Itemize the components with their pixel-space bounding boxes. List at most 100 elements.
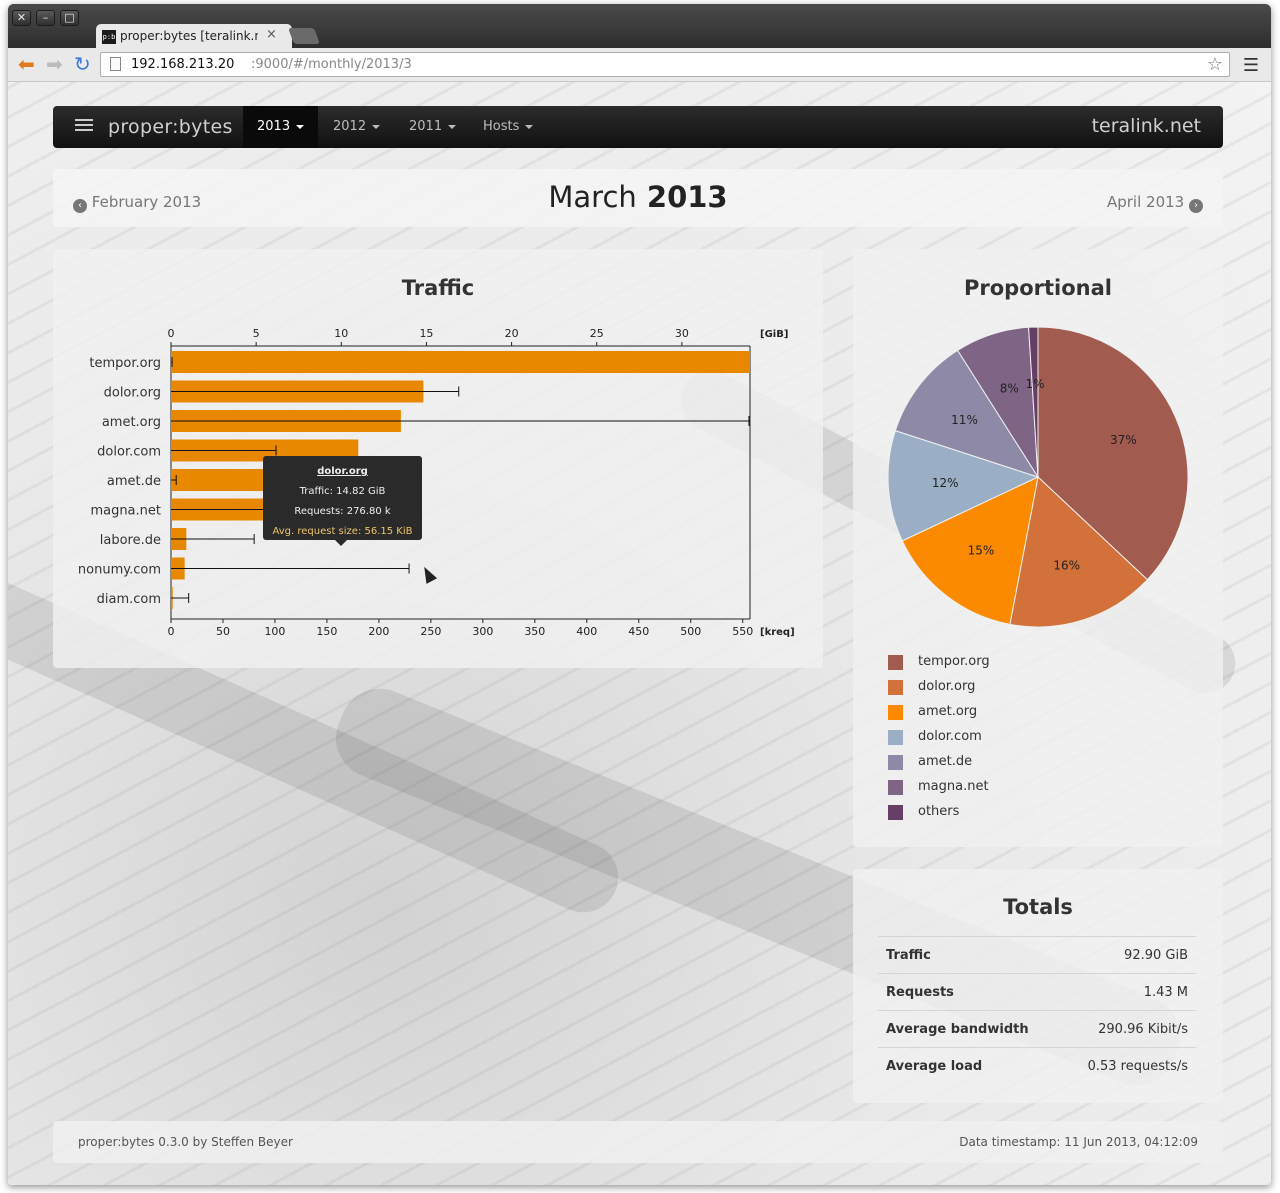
page-viewport: proper:bytes 2013 2012 2011 Hosts terali… (8, 82, 1271, 1185)
bottom-axis-tick-label: 450 (628, 625, 649, 638)
nav-item-label: Hosts (483, 119, 520, 134)
nav-item-label: 2011 (409, 119, 443, 134)
favicon-icon: p:b (102, 30, 116, 44)
pie-slice-label: 16% (1053, 558, 1080, 572)
bottom-axis-tick-label: 200 (368, 625, 389, 638)
category-label: labore.de (100, 533, 161, 548)
title-year: 2013 (646, 180, 728, 214)
tooltip-avg-size: Avg. request size: 56.15 KiB (272, 526, 413, 537)
totals-label: Average bandwidth (886, 1022, 1029, 1037)
totals-title: Totals (1003, 895, 1073, 919)
page-title: March 2013 (53, 180, 1223, 214)
legend-label: amet.de (918, 754, 973, 769)
pie-slice-label: 8% (1000, 382, 1019, 396)
totals-value: 0.53 requests/s (1087, 1059, 1188, 1074)
tooltip-host: dolor.org (317, 466, 368, 477)
traffic-panel: Traffic 0 5 10 15 20 25 30 [GiB] 0 50 100 150 200 250… (53, 249, 823, 668)
browser-menu-icon[interactable]: ☰ (1243, 55, 1259, 76)
title-bar: ✕ – □ p:b proper:bytes [teralink.net] × (8, 4, 1271, 50)
bottom-axis-tick-label: 350 (524, 625, 545, 638)
bottom-axis-tick-label: 250 (420, 625, 441, 638)
chevron-right-icon: › (1189, 199, 1203, 213)
top-axis-unit-label: [GiB] (760, 329, 788, 340)
bottom-axis-tick-label: 550 (732, 625, 753, 638)
totals-panel: Totals Traffic 92.90 GiB Requests 1.43 M… (853, 869, 1223, 1103)
totals-value: 1.43 M (1143, 985, 1188, 1000)
caret-down-icon (448, 124, 457, 129)
title-month: March (548, 180, 637, 214)
minimize-window-icon[interactable]: – (36, 10, 55, 26)
totals-label: Requests (886, 985, 954, 1000)
legend-label: magna.net (918, 779, 989, 794)
bottom-axis-tick-label: 400 (576, 625, 597, 638)
nav-item-2012[interactable]: 2012 (319, 106, 394, 148)
bottom-axis-tick-label: 0 (168, 625, 175, 638)
top-axis-tick-label: 30 (675, 327, 689, 340)
bookmark-star-icon[interactable]: ☆ (1207, 54, 1223, 75)
top-axis-tick-label: 25 (590, 327, 604, 340)
pie-slice-label: 11% (951, 413, 978, 427)
totals-row-requests: Requests 1.43 M (878, 973, 1196, 1010)
totals-row-bandwidth: Average bandwidth 290.96 Kibit/s (878, 1010, 1196, 1047)
nav-item-2013[interactable]: 2013 (243, 106, 319, 148)
legend-label: dolor.org (918, 679, 976, 694)
top-navbar: proper:bytes 2013 2012 2011 Hosts terali… (53, 106, 1223, 148)
address-bar[interactable]: 192.168.213.20 :9000/#/monthly/2013/3 ☆ (100, 52, 1230, 77)
reload-icon[interactable]: ↻ (74, 53, 91, 75)
caret-down-icon (372, 124, 381, 129)
nav-item-2011[interactable]: 2011 (395, 106, 470, 148)
totals-row-load: Average load 0.53 requests/s (878, 1047, 1196, 1084)
new-tab-button[interactable] (288, 28, 320, 44)
page-footer: proper:bytes 0.3.0 by Steffen Beyer Data… (53, 1121, 1223, 1163)
close-window-icon[interactable]: ✕ (12, 10, 31, 26)
bottom-axis-unit-label: [kreq] (760, 627, 795, 638)
url-host: 192.168.213.20 (131, 57, 235, 72)
caret-down-icon (525, 124, 534, 129)
maximize-window-icon[interactable]: □ (60, 10, 79, 26)
totals-label: Traffic (886, 948, 931, 963)
back-arrow-icon[interactable]: ⬅ (18, 53, 35, 75)
legend-swatch (888, 805, 903, 820)
totals-label: Average load (886, 1059, 983, 1074)
page-icon (110, 57, 121, 71)
totals-value: 290.96 Kibit/s (1098, 1022, 1188, 1037)
traffic-bar (171, 351, 750, 373)
tab-close-icon[interactable]: × (266, 27, 277, 42)
category-label: amet.de (107, 474, 161, 489)
footer-credits: proper:bytes 0.3.0 by Steffen Beyer (78, 1135, 293, 1149)
legend-label: amet.org (918, 704, 978, 719)
tab-title: proper:bytes [teralink.net] (120, 29, 258, 43)
legend-label: others (918, 804, 960, 819)
browser-tab[interactable]: p:b proper:bytes [teralink.net] × (96, 24, 292, 50)
nav-item-label: 2013 (257, 119, 291, 134)
category-label: nonumy.com (78, 563, 161, 578)
legend-swatch (888, 705, 903, 720)
legend-swatch (888, 755, 903, 770)
next-month-label: April 2013 (1106, 193, 1185, 211)
top-axis-tick-label: 0 (168, 327, 175, 340)
bottom-axis-tick-label: 100 (264, 625, 285, 638)
category-label: magna.net (90, 504, 161, 519)
browser-toolbar: ⬅ ➡ ↻ 192.168.213.20 :9000/#/monthly/201… (8, 48, 1271, 82)
forward-arrow-icon[interactable]: ➡ (46, 53, 63, 75)
category-label: dolor.com (97, 445, 161, 460)
caret-down-icon (296, 124, 305, 129)
brand-name[interactable]: proper:bytes (108, 116, 233, 138)
tooltip-requests: Requests: 276.80 k (294, 506, 391, 517)
pie-slice-label: 12% (932, 476, 959, 490)
bottom-axis-tick-label: 500 (680, 625, 701, 638)
bottom-axis-tick-label: 300 (472, 625, 493, 638)
nav-item-hosts[interactable]: Hosts (469, 106, 547, 148)
pie-slice-label: 1% (1026, 377, 1045, 391)
next-month-link[interactable]: April 2013 › (1107, 193, 1203, 213)
legend-swatch (888, 655, 903, 670)
top-axis-tick-label: 20 (505, 327, 519, 340)
menu-lines-icon (75, 119, 93, 133)
top-axis-tick-label: 10 (334, 327, 348, 340)
browser-window: ✕ – □ p:b proper:bytes [teralink.net] × … (8, 4, 1271, 1185)
bottom-axis-tick-label: 50 (216, 625, 230, 638)
legend-label: dolor.com (918, 729, 982, 744)
site-name[interactable]: teralink.net (1092, 115, 1201, 137)
pie-slice-label: 15% (968, 543, 995, 557)
legend-swatch (888, 680, 903, 695)
